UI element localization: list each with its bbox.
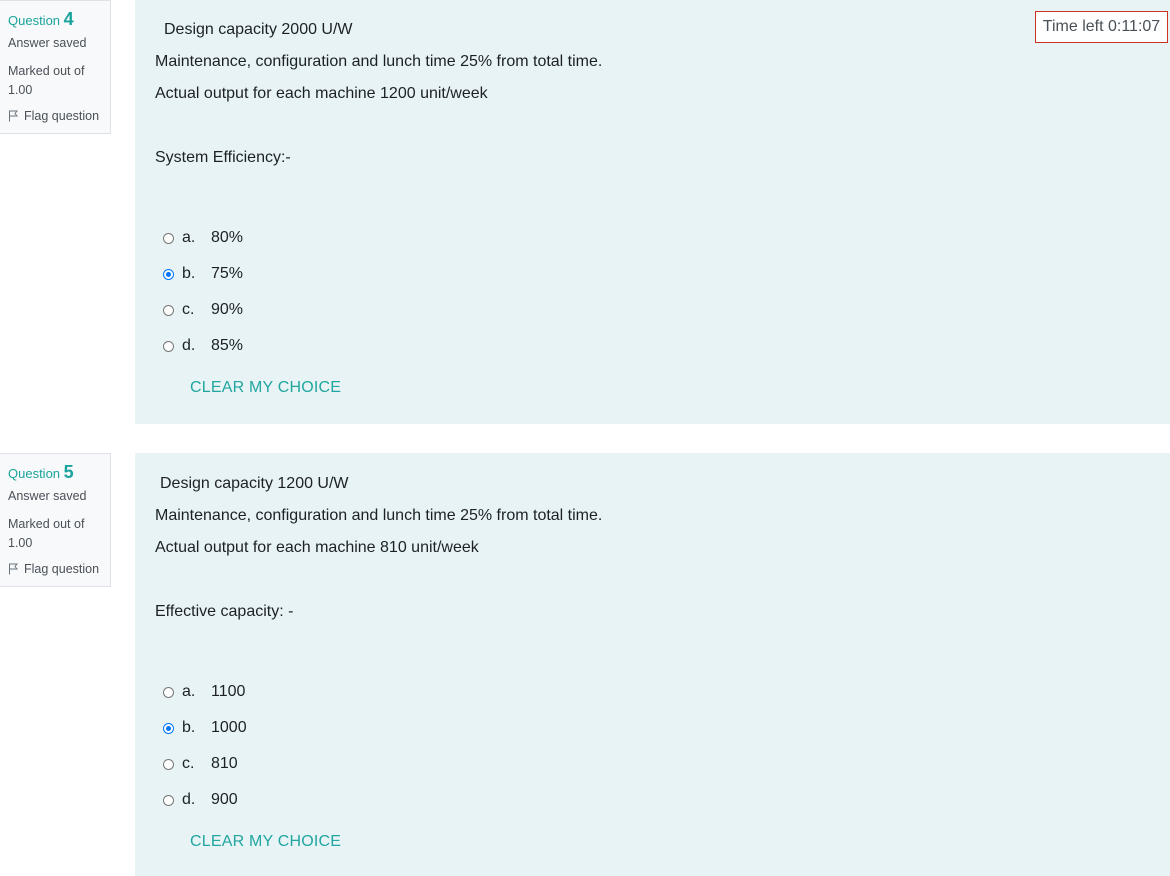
flag-question-label: Flag question [24,562,100,576]
radio-button[interactable] [163,304,174,316]
option-letter: b. [182,719,196,736]
answer-option-c[interactable]: c. 810 [163,754,238,774]
question-text-line: Maintenance, configuration and lunch tim… [155,53,603,70]
answer-option-d[interactable]: d. 900 [163,790,238,810]
radio-button-checked[interactable] [163,722,174,734]
option-letter: a. [182,229,196,246]
flag-question-button[interactable]: Flag question [8,561,102,577]
question-number-value: 4 [63,9,74,29]
question-info-panel: Question 4 Answer saved Marked out of 1.… [0,0,111,134]
radio-button-checked[interactable] [163,268,174,280]
question-number: Question 5 [8,461,102,485]
option-value: 1100 [211,683,246,700]
quiz-page: Time left 0:11:07 Question 4 Answer save… [0,0,1170,876]
question-text-line: Actual output for each machine 810 unit/… [155,539,479,556]
question-number-value: 5 [63,462,74,482]
radio-button[interactable] [163,686,174,698]
grade-label: Marked out of [8,64,85,78]
option-value: 85% [211,337,244,354]
flag-question-label: Flag question [24,109,100,123]
question-4: Question 4 Answer saved Marked out of 1.… [0,0,1170,424]
option-letter: d. [182,791,196,808]
question-info-panel: Question 5 Answer saved Marked out of 1.… [0,453,111,587]
answer-option-a[interactable]: a. 80% [163,228,243,248]
question-prompt: System Efficiency:- [155,149,291,166]
question-number: Question 4 [8,8,102,32]
question-state: Answer saved [8,36,87,50]
option-letter: b. [182,265,196,282]
answer-option-a[interactable]: a. 1100 [163,682,245,702]
question-text-line: Design capacity 1200 U/W [160,475,349,492]
clear-my-choice-link[interactable]: CLEAR MY CHOICE [190,833,341,851]
question-state: Answer saved [8,489,87,503]
radio-button[interactable] [163,794,174,806]
question-text-line: Maintenance, configuration and lunch tim… [155,507,603,524]
grade-value: 1.00 [8,536,33,550]
option-letter: c. [182,755,195,772]
clear-my-choice-link[interactable]: CLEAR MY CHOICE [190,379,341,397]
radio-button[interactable] [163,340,174,352]
option-value: 900 [211,791,238,808]
option-value: 90% [211,301,244,318]
flag-question-button[interactable]: Flag question [8,108,102,124]
flag-icon [9,563,19,575]
radio-button[interactable] [163,232,174,244]
question-content: Design capacity 2000 U/W Maintenance, co… [135,0,1170,424]
option-value: 75% [211,265,244,282]
question-text-line: Actual output for each machine 1200 unit… [155,85,488,102]
question-grade: Marked out of 1.00 [8,62,102,100]
question-label: Question [8,466,61,481]
question-content: Design capacity 1200 U/W Maintenance, co… [135,453,1170,876]
option-value: 80% [211,229,244,246]
time-left-timer: Time left 0:11:07 [1035,11,1168,43]
option-letter: a. [182,683,196,700]
answer-option-d[interactable]: d. 85% [163,336,243,356]
radio-button[interactable] [163,758,174,770]
question-prompt: Effective capacity: - [155,603,294,620]
grade-value: 1.00 [8,83,33,97]
option-value: 1000 [211,719,247,736]
answer-option-b[interactable]: b. 1000 [163,718,247,738]
question-label: Question [8,13,61,28]
grade-label: Marked out of [8,517,85,531]
option-letter: d. [182,337,196,354]
question-grade: Marked out of 1.00 [8,515,102,553]
answer-option-b[interactable]: b. 75% [163,264,243,284]
option-letter: c. [182,301,195,318]
flag-icon [9,110,19,122]
question-5: Question 5 Answer saved Marked out of 1.… [0,453,1170,876]
option-value: 810 [211,755,238,772]
question-text-line: Design capacity 2000 U/W [164,21,353,38]
answer-option-c[interactable]: c. 90% [163,300,243,320]
